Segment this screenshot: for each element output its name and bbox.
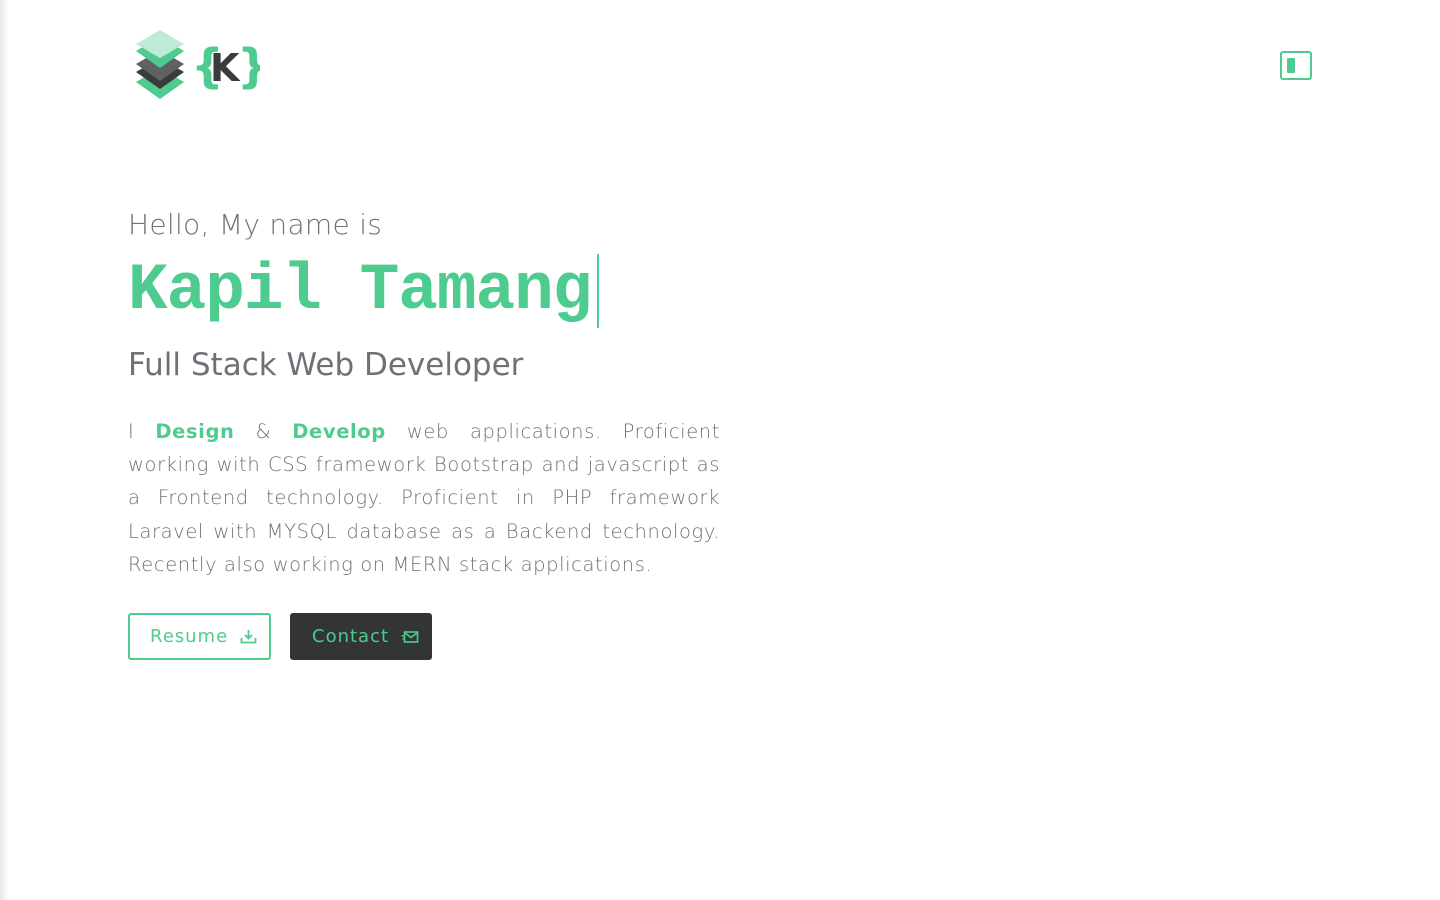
sidebar-toggle-icon xyxy=(1287,58,1295,73)
greeting-text: Hello, My name is xyxy=(128,208,383,241)
menu-toggle-button[interactable] xyxy=(1280,51,1312,80)
mail-send-icon xyxy=(401,630,419,644)
intro-prefix: I xyxy=(128,420,156,443)
hero-actions: Resume Contact xyxy=(128,613,432,660)
intro-paragraph: I Design & Develop web applications. Pro… xyxy=(128,415,720,581)
download-icon xyxy=(240,629,257,644)
brand-logo[interactable]: { K } xyxy=(135,28,260,102)
intro-body: web applications. Proficient working wit… xyxy=(128,420,720,576)
layered-stack-icon: { K } xyxy=(136,30,260,99)
resume-button[interactable]: Resume xyxy=(128,613,271,660)
hero-section: Hello, My name is Kapil Tamang Full Stac… xyxy=(128,205,720,601)
role-title: Full Stack Web Developer xyxy=(128,347,524,383)
intro-highlight-design: Design xyxy=(155,420,235,443)
logo-brace-right: } xyxy=(237,39,260,93)
typing-cursor xyxy=(597,254,600,328)
resume-button-label: Resume xyxy=(150,626,229,647)
contact-button-label: Contact xyxy=(312,626,390,647)
contact-button[interactable]: Contact xyxy=(290,613,432,660)
intro-highlight-develop: Develop xyxy=(292,420,386,443)
name-row: Kapil Tamang xyxy=(128,251,720,331)
developer-name: Kapil Tamang xyxy=(128,253,592,328)
intro-connector: & xyxy=(234,420,293,443)
page-left-edge-shadow xyxy=(0,0,9,900)
